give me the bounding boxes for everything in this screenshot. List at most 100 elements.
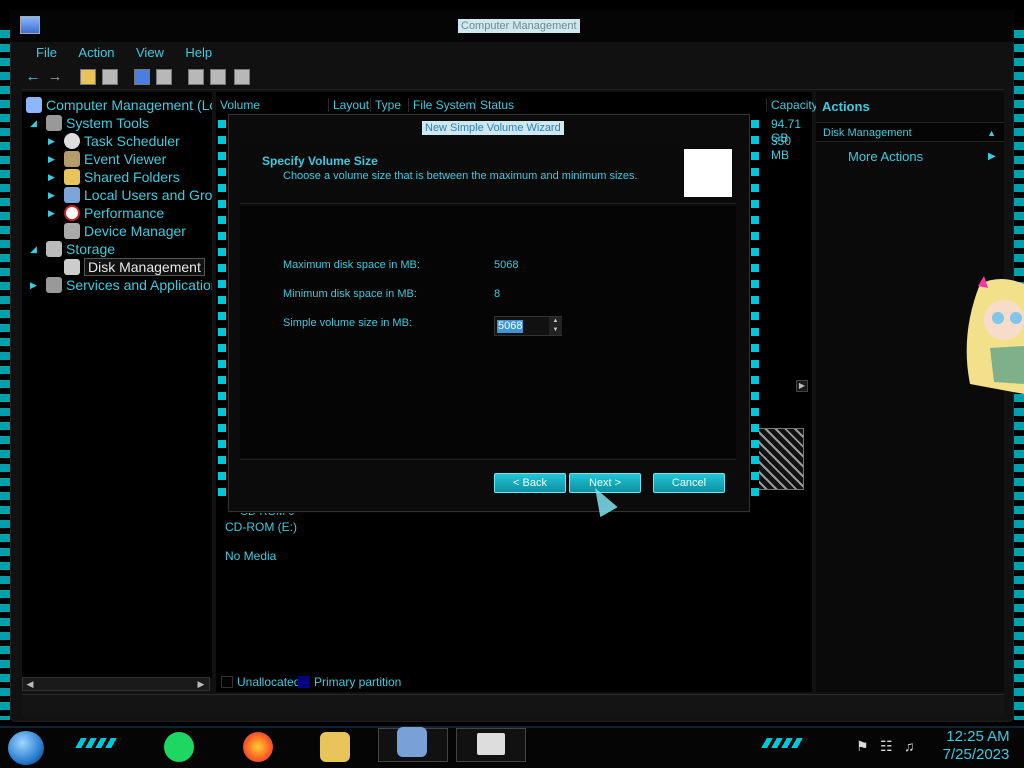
tree-event-viewer[interactable]: ▶ Event Viewer <box>48 150 166 168</box>
tree-device-manager[interactable]: Device Manager <box>64 222 186 240</box>
navigation-tree: Computer Management (Loc ◢ System Tools … <box>22 92 212 678</box>
clock-date[interactable]: 7/25/2023 <box>934 746 1018 763</box>
column-capacity[interactable]: Capacity <box>766 98 818 112</box>
computer-management-icon <box>397 727 427 757</box>
decrement-icon[interactable]: ▼ <box>549 326 562 335</box>
properties-icon[interactable] <box>156 69 172 85</box>
unallocated-hatch-area[interactable] <box>754 428 804 490</box>
submenu-arrow-icon: ▶ <box>988 151 996 162</box>
wizard-body <box>240 206 736 458</box>
help-icon[interactable] <box>134 69 150 85</box>
column-status[interactable]: Status <box>475 98 514 112</box>
taskbar-decoration <box>75 738 121 748</box>
tree-system-tools[interactable]: ◢ System Tools <box>30 114 149 132</box>
cancel-button[interactable]: Cancel <box>653 473 725 493</box>
taskbar-mail[interactable] <box>456 728 526 762</box>
max-disk-space-value: 5068 <box>494 259 519 271</box>
clock-icon <box>64 133 80 149</box>
mail-icon <box>477 733 505 755</box>
tree-storage[interactable]: ◢ Storage <box>30 240 115 258</box>
tree-shared-folders[interactable]: ▶ Shared Folders <box>48 168 180 186</box>
menu-bar: File Action View Help <box>24 42 1004 64</box>
legend-primary-partition: Primary partition <box>314 675 402 689</box>
column-layout[interactable]: Layout <box>328 98 369 112</box>
mascot-character-image <box>966 276 1024 394</box>
scroll-right-icon[interactable]: ▶ <box>195 678 207 690</box>
max-disk-space-label: Maximum disk space in MB: <box>283 259 420 271</box>
wizard-header-image <box>684 149 732 197</box>
min-disk-space-label: Minimum disk space in MB: <box>283 288 417 300</box>
column-volume[interactable]: Volume <box>216 98 260 112</box>
collapse-arrow-icon[interactable]: ◢ <box>30 240 42 258</box>
menu-file[interactable]: File <box>31 42 62 64</box>
firefox-icon[interactable] <box>243 732 273 762</box>
scroll-right-icon[interactable]: ▶ <box>796 380 808 392</box>
volume-size-input[interactable]: 5068 <box>497 320 524 333</box>
frame-decoration-left <box>0 30 10 720</box>
min-disk-space-value: 8 <box>494 288 501 300</box>
collapse-up-icon[interactable]: ▲ <box>987 123 996 143</box>
volume-size-label: Simple volume size in MB: <box>283 317 412 329</box>
legend-swatch-unallocated <box>221 676 233 688</box>
tree-local-users[interactable]: ▶ Local Users and Grou <box>48 186 212 204</box>
expand-arrow-icon[interactable]: ▶ <box>48 150 60 168</box>
file-explorer-icon[interactable] <box>320 732 350 762</box>
status-bar <box>22 694 1004 716</box>
expand-arrow-icon[interactable]: ▶ <box>48 186 60 204</box>
wizard-heading: Specify Volume Size <box>262 154 378 168</box>
legend-swatch-primary <box>298 676 310 688</box>
expand-arrow-icon[interactable]: ▶ <box>30 276 42 294</box>
computer-management-app-icon <box>20 16 40 34</box>
dialog-decoration-right <box>751 120 759 500</box>
legend-unallocated: Unallocated <box>237 675 301 689</box>
actions-heading: Actions <box>822 99 870 114</box>
dialog-decoration-left <box>218 120 226 500</box>
taskbar-computer-management[interactable] <box>378 727 448 762</box>
forward-arrow-icon[interactable]: → <box>46 68 64 86</box>
network-icon[interactable]: ☷ <box>880 738 893 755</box>
more-actions-link[interactable]: More Actions <box>848 149 923 164</box>
flag-icon[interactable]: ⚑ <box>856 738 869 755</box>
back-arrow-icon[interactable]: ← <box>24 68 42 86</box>
tree-task-scheduler[interactable]: ▶ Task Scheduler <box>48 132 180 150</box>
expand-arrow-icon[interactable]: ▶ <box>48 204 60 222</box>
back-button[interactable]: < Back <box>494 473 566 493</box>
tree-disk-management[interactable]: Disk Management <box>64 258 205 276</box>
spotify-icon[interactable] <box>164 732 194 762</box>
tools-icon <box>46 115 62 131</box>
start-orb-icon[interactable] <box>8 731 44 765</box>
menu-view[interactable]: View <box>131 42 169 64</box>
menu-action[interactable]: Action <box>73 42 119 64</box>
check-icon[interactable] <box>234 69 250 85</box>
column-type[interactable]: Type <box>370 98 401 112</box>
menu-help[interactable]: Help <box>180 42 217 64</box>
clock-time[interactable]: 12:25 AM <box>938 728 1018 745</box>
export-list-icon[interactable] <box>210 69 226 85</box>
window-title: Computer Management <box>458 19 580 33</box>
tree-computer-management[interactable]: Computer Management (Loc <box>26 96 212 114</box>
scroll-left-icon[interactable]: ◀ <box>24 678 36 690</box>
disk-icon <box>64 259 80 275</box>
expand-arrow-icon[interactable]: ▶ <box>48 168 60 186</box>
performance-icon <box>64 205 80 221</box>
folder-icon <box>64 169 80 185</box>
refresh-icon[interactable] <box>188 69 204 85</box>
column-file-system[interactable]: File System <box>408 98 476 112</box>
tree-performance[interactable]: ▶ Performance <box>48 204 164 222</box>
wizard-title: New Simple Volume Wizard <box>422 121 564 135</box>
volume-size-stepper[interactable]: 5068 ▲ ▼ <box>494 316 562 336</box>
wizard-divider <box>240 459 736 460</box>
actions-section-label: Disk Management <box>823 127 912 139</box>
users-icon <box>64 187 80 203</box>
show-hide-tree-icon[interactable] <box>102 69 118 85</box>
expand-arrow-icon[interactable]: ▶ <box>48 132 60 150</box>
tree-horizontal-scrollbar[interactable]: ◀ ▶ <box>22 677 210 691</box>
collapse-arrow-icon[interactable]: ◢ <box>30 114 42 132</box>
increment-icon[interactable]: ▲ <box>549 317 562 326</box>
volume-icon[interactable]: ♫ <box>904 738 915 754</box>
up-folder-icon[interactable] <box>80 69 96 85</box>
services-icon <box>46 277 62 293</box>
tree-services-applications[interactable]: ▶ Services and Applications <box>30 276 212 294</box>
cdrom-media-status: No Media <box>225 549 277 563</box>
actions-section-disk-management[interactable]: Disk Management ▲ <box>816 122 1004 142</box>
